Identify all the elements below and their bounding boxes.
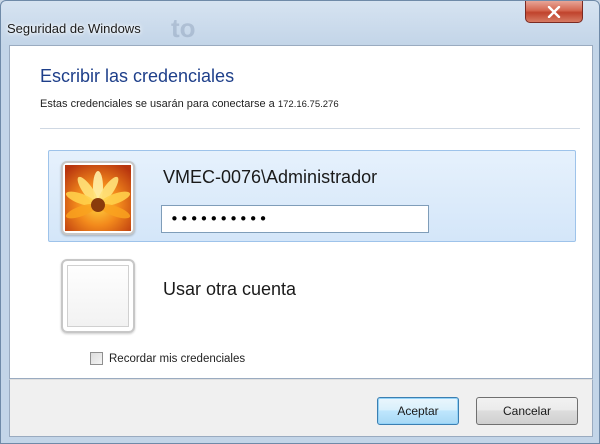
cancel-button[interactable]: Cancelar [476, 397, 578, 425]
dialog-heading: Escribir las credenciales [40, 66, 235, 86]
account-tile-administrador[interactable]: VMEC-0076\Administrador [48, 150, 576, 242]
remember-label: Recordar mis credenciales [109, 352, 246, 365]
empty-avatar-icon [61, 259, 135, 333]
description-text: Estas credenciales se usarán para conect… [40, 98, 278, 110]
account-tile-other[interactable]: Usar otra cuenta [48, 248, 576, 340]
close-icon [547, 5, 561, 18]
server-address: 172.16.75.276 [277, 99, 339, 110]
other-account-label: Usar otra cuenta [163, 279, 297, 299]
title-bar[interactable]: to Seguridad de Windows [1, 1, 599, 45]
divider [40, 128, 580, 129]
button-bar: Aceptar Cancelar [9, 379, 593, 437]
ok-button[interactable]: Aceptar [377, 397, 459, 425]
credentials-dialog: to Seguridad de Windows Escribir las cre… [0, 0, 600, 444]
flower-avatar-icon [61, 161, 135, 235]
remember-credentials[interactable]: Recordar mis credenciales [90, 352, 245, 365]
close-button[interactable] [525, 1, 583, 23]
password-field[interactable] [161, 205, 429, 233]
dialog-content: Escribir las credenciales Estas credenci… [9, 45, 593, 379]
window-title: Seguridad de Windows [7, 21, 141, 36]
account-username: VMEC-0076\Administrador [163, 167, 378, 187]
dialog-description: Estas credenciales se usarán para conect… [40, 98, 339, 110]
remember-checkbox[interactable] [90, 352, 103, 365]
title-bar-reflection: to [171, 13, 196, 43]
